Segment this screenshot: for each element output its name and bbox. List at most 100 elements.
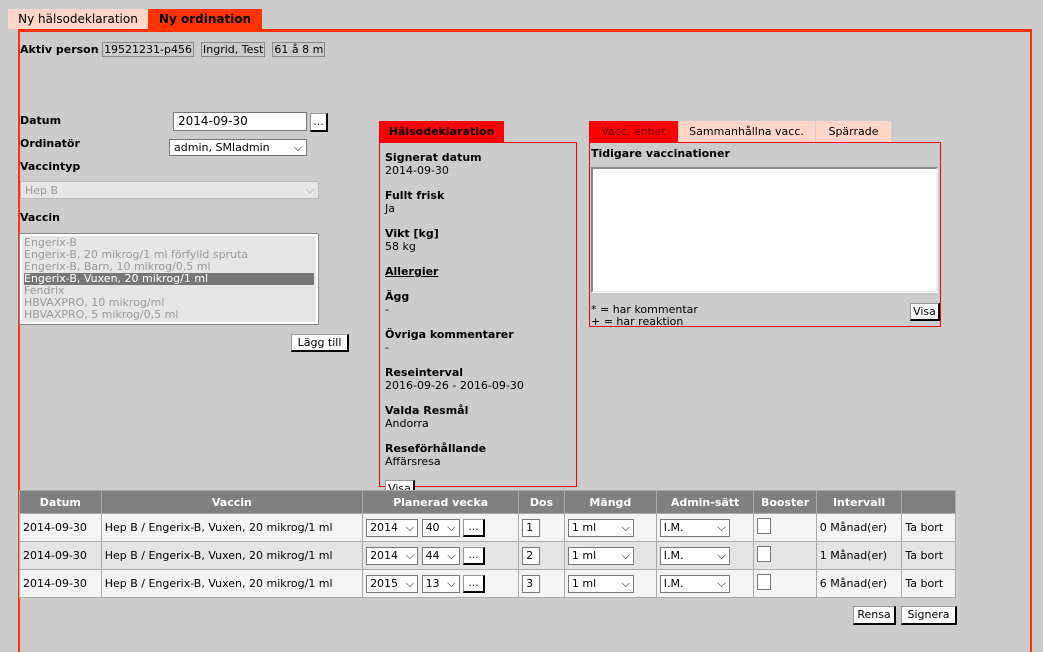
year-select[interactable]: 2015 ⌵ [366, 574, 419, 593]
dos-input[interactable]: 1 [522, 518, 541, 537]
column-header: Vaccin [100, 490, 364, 514]
week-select[interactable]: 13 ⌵ [421, 574, 460, 593]
week-select[interactable]: 44 ⌵ [421, 546, 460, 565]
health-field-value: 2014-09-30 [385, 164, 449, 177]
chevron-down-icon: ⌵ [621, 576, 630, 590]
mangd-cell: 1 ml ⌵ [563, 541, 657, 570]
tab-sammanhallna-vacc[interactable]: Sammanhållna vacc. [678, 121, 815, 142]
week-select[interactable]: 40 ⌵ [421, 518, 460, 537]
table-row: 2014-09-30 Hep B / Engerix-B, Vuxen, 20 … [19, 513, 956, 542]
datum-input[interactable]: 2014-09-30 [173, 112, 307, 131]
admin-value: I.M. [663, 577, 684, 590]
health-field: Övriga kommentarer - [385, 328, 571, 354]
booster-checkbox[interactable] [757, 574, 772, 590]
admin-satt-cell: I.M. ⌵ [655, 513, 755, 542]
vaccin-option[interactable]: HBVAXPRO, 5 mikrog/0,5 ml [24, 309, 314, 321]
vaccin-label: Vaccin [20, 211, 60, 224]
year-select[interactable]: 2014 ⌵ [366, 518, 419, 537]
chevron-down-icon: ⌵ [717, 576, 726, 590]
column-header: Planerad vecka [362, 490, 520, 514]
week-picker-button[interactable]: ... [463, 574, 486, 593]
row-vaccin: Hep B / Engerix-B, Vuxen, 20 mikrog/1 ml [100, 541, 364, 570]
column-header [901, 490, 956, 514]
mangd-value: 1 ml [571, 549, 597, 562]
week-picker-button[interactable]: ... [463, 546, 486, 565]
admin-value: I.M. [663, 521, 684, 534]
chevron-down-icon: ⌵ [621, 520, 630, 534]
admin-satt-select[interactable]: I.M. ⌵ [659, 574, 730, 593]
dos-input[interactable]: 3 [522, 574, 541, 593]
person-id: 19521231-p456 [102, 42, 194, 57]
week-value: 44 [425, 549, 440, 562]
week-value: 13 [425, 577, 440, 590]
chevron-down-icon: ⌵ [717, 520, 726, 534]
health-field-label: Reseförhållande [385, 442, 487, 455]
vaccintyp-value: Hep B [25, 183, 59, 197]
column-header: Dos [518, 490, 565, 514]
vacc-visa-button[interactable]: Visa [910, 303, 940, 321]
ordinator-label: Ordinatör [20, 137, 80, 150]
date-picker-button[interactable]: ... [310, 113, 328, 132]
active-person-label: Aktiv person [20, 43, 99, 56]
column-header: Mängd [563, 490, 657, 514]
vacc-panel: Tidigare vaccinationer * = har kommentar… [589, 142, 941, 328]
health-field-value: Andorra [385, 417, 429, 430]
year-select[interactable]: 2014 ⌵ [366, 546, 419, 565]
admin-value: I.M. [663, 549, 684, 562]
chevron-down-icon: ⌵ [305, 183, 314, 196]
tidigare-vaccinationer-list[interactable] [591, 167, 938, 293]
ordinator-value: admin, SMIadmin [174, 141, 270, 154]
week-value: 40 [425, 521, 440, 534]
mangd-select[interactable]: 1 ml ⌵ [567, 546, 634, 565]
health-field-label: Reseinterval [385, 366, 464, 379]
rensa-button[interactable]: Rensa [853, 606, 896, 625]
health-field-value: Affärsresa [385, 455, 441, 468]
mangd-cell: 1 ml ⌵ [563, 569, 657, 598]
table-row: 2014-09-30 Hep B / Engerix-B, Vuxen, 20 … [19, 569, 956, 598]
ta-bort-link[interactable]: Ta bort [901, 541, 956, 570]
vaccin-option[interactable]: Engerix-B, Vuxen, 20 mikrog/1 ml [24, 273, 314, 285]
tidigare-vaccinationer-title: Tidigare vaccinationer [591, 147, 730, 160]
tab-sparrade[interactable]: Spärrade [815, 121, 891, 142]
halsodeklaration-tab[interactable]: Hälsodeklaration [379, 121, 504, 142]
dos-cell: 3 [518, 569, 565, 598]
health-field-value: - [385, 303, 389, 316]
vaccintyp-select[interactable]: Hep B ⌵ [20, 181, 319, 199]
planerad-vecka-cell: 2014 ⌵ 40 ⌵ ... [362, 513, 520, 542]
admin-satt-select[interactable]: I.M. ⌵ [659, 546, 730, 565]
legend-reaktion: + = har reaktion [591, 315, 684, 328]
year-value: 2015 [370, 577, 399, 590]
tab-ny-ordination[interactable]: Ny ordination [148, 9, 262, 29]
row-datum: 2014-09-30 [19, 541, 102, 570]
datum-label: Datum [20, 114, 62, 127]
vaccin-listbox[interactable]: Engerix-B Engerix-B, 20 mikrog/1 ml förfy… [19, 233, 319, 325]
dos-input[interactable]: 2 [522, 546, 541, 565]
mangd-select[interactable]: 1 ml ⌵ [567, 574, 634, 593]
lagg-till-button[interactable]: Lägg till [291, 334, 349, 352]
tab-vacc-enhet[interactable]: Vacc. enhet [589, 121, 678, 142]
signera-button[interactable]: Signera [901, 606, 957, 625]
ta-bort-link[interactable]: Ta bort [901, 513, 956, 542]
tab-ny-halsodeklaration[interactable]: Ny hälsodeklaration [8, 9, 148, 29]
mangd-select[interactable]: 1 ml ⌵ [567, 518, 634, 537]
person-age: 61 å 8 m [272, 42, 326, 57]
table-row: 2014-09-30 Hep B / Engerix-B, Vuxen, 20 … [19, 541, 956, 570]
chevron-down-icon: ⌵ [621, 548, 630, 562]
health-field-value: 58 kg [385, 240, 416, 253]
health-field: Signerat datum 2014-09-30 [385, 151, 571, 177]
chevron-down-icon: ⌵ [447, 576, 456, 590]
booster-checkbox[interactable] [757, 518, 772, 534]
row-intervall: 6 Månad(er) [815, 569, 903, 598]
ordinator-select[interactable]: admin, SMIadmin ⌵ [169, 139, 307, 156]
admin-satt-select[interactable]: I.M. ⌵ [659, 518, 730, 537]
chevron-down-icon: ⌵ [447, 548, 456, 562]
week-picker-button[interactable]: ... [463, 518, 486, 537]
booster-checkbox[interactable] [757, 546, 772, 562]
column-header: Datum [19, 490, 102, 514]
health-field: Valda Resmål Andorra [385, 404, 571, 430]
row-intervall: 0 Månad(er) [815, 513, 903, 542]
chevron-down-icon: ⌵ [717, 548, 726, 562]
column-header: Intervall [815, 490, 903, 514]
ta-bort-link[interactable]: Ta bort [901, 569, 956, 598]
chevron-down-icon: ⌵ [447, 520, 456, 534]
